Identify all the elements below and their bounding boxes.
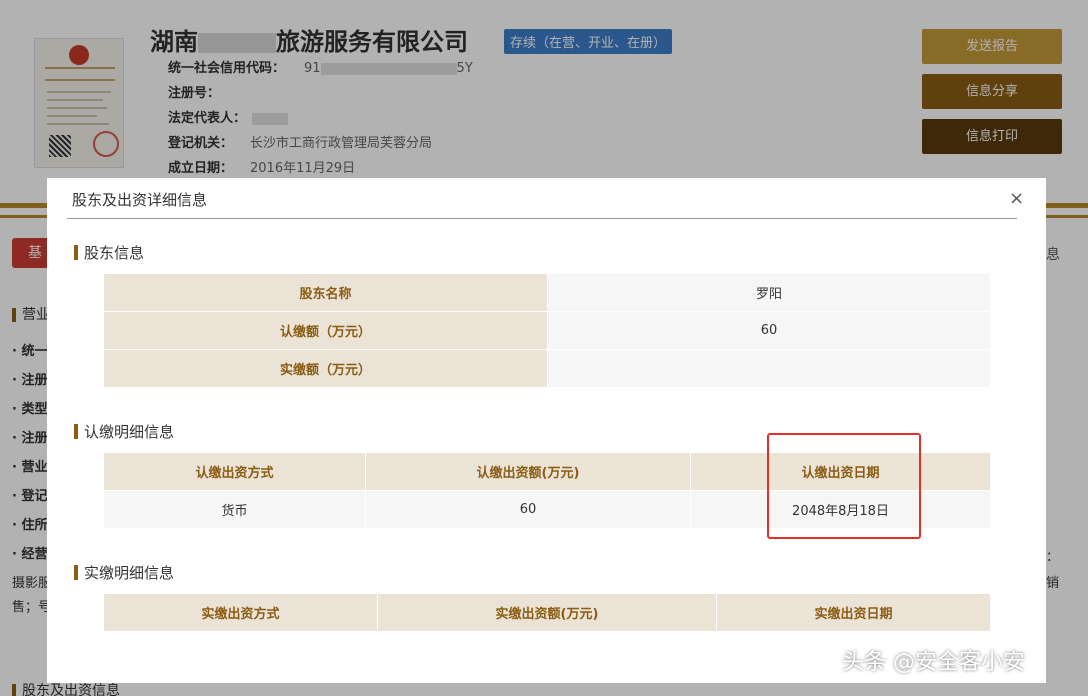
close-icon[interactable]: × xyxy=(1009,188,1024,209)
table-row: 股东名称 罗阳 xyxy=(103,273,991,312)
paid-heading: 实缴明细信息 xyxy=(74,562,174,583)
shareholder-heading: 股东信息 xyxy=(74,242,144,263)
subscription-heading: 认缴明细信息 xyxy=(74,421,174,442)
shareholder-table: 股东名称 罗阳 认缴额（万元） 60 实缴额（万元） xyxy=(103,273,991,388)
divider xyxy=(67,218,1017,219)
table-header-row: 实缴出资方式 实缴出资额(万元) 实缴出资日期 xyxy=(103,593,991,632)
highlight-annotation xyxy=(767,433,921,539)
table-row: 实缴额（万元） xyxy=(103,349,991,388)
shareholder-detail-modal: 股东及出资详细信息 × 股东信息 股东名称 罗阳 认缴额（万元） 60 实缴额（… xyxy=(47,178,1046,683)
paid-table: 实缴出资方式 实缴出资额(万元) 实缴出资日期 xyxy=(103,593,991,632)
watermark-text: 头条 @安全客小安 xyxy=(842,650,1025,675)
table-row: 认缴额（万元） 60 xyxy=(103,311,991,350)
modal-title: 股东及出资详细信息 xyxy=(72,191,208,209)
